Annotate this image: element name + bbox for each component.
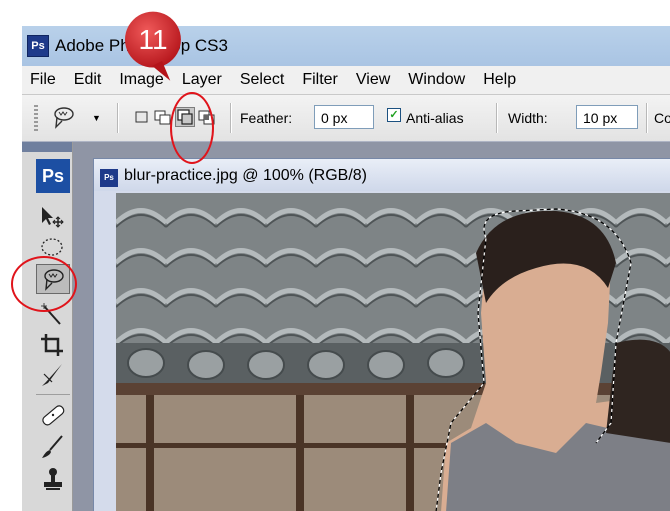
paintbrush-icon <box>42 435 63 458</box>
document-window: Ps blur-practice.jpg @ 100% (RGB/8) <box>93 158 670 511</box>
crop-icon <box>41 334 63 356</box>
tool-preset-picker[interactable] <box>50 105 76 131</box>
antialias-label: Anti-alias <box>406 110 464 126</box>
divider <box>646 103 648 133</box>
photo-image <box>116 193 670 511</box>
menu-help[interactable]: Help <box>474 71 525 89</box>
toolbox: Ps <box>22 142 73 511</box>
menu-window[interactable]: Window <box>399 71 474 89</box>
tool-preset-dropdown-icon[interactable]: ▼ <box>92 113 101 123</box>
contrast-label: Co <box>654 110 670 126</box>
menu-file[interactable]: File <box>22 71 65 89</box>
divider <box>496 103 498 133</box>
options-bar-grip[interactable] <box>34 105 38 133</box>
divider <box>230 103 232 133</box>
menu-filter[interactable]: Filter <box>293 71 347 89</box>
options-bar: ▼ Feather: 0 px ✓ Anti-alias Width: 10 p… <box>22 94 670 142</box>
menu-select[interactable]: Select <box>231 71 293 89</box>
document-icon: Ps <box>100 169 118 187</box>
annotation-circle-subtract-mode <box>170 92 214 164</box>
new-selection-button[interactable] <box>132 107 152 127</box>
menu-view[interactable]: View <box>347 71 399 89</box>
slice-tool[interactable] <box>36 360 70 390</box>
width-label: Width: <box>508 110 548 126</box>
brush-tool[interactable] <box>36 432 70 462</box>
slice-knife-icon <box>42 364 62 386</box>
app-icon: Ps <box>27 35 49 57</box>
image-canvas[interactable] <box>116 193 670 511</box>
bandage-icon <box>42 405 65 426</box>
feather-label: Feather: <box>240 110 293 126</box>
toolbox-divider <box>36 394 70 395</box>
photoshop-window: Ps Adobe Photoshop CS3 File Edit Image L… <box>22 26 670 511</box>
magnetic-lasso-icon <box>54 107 74 129</box>
clone-stamp-tool[interactable] <box>36 464 70 494</box>
move-tool[interactable] <box>36 202 70 232</box>
document-title-bar[interactable]: Ps blur-practice.jpg @ 100% (RGB/8) <box>94 159 670 191</box>
healing-brush-tool[interactable] <box>36 400 70 430</box>
toolbox-logo[interactable]: Ps <box>36 159 70 193</box>
annotation-circle-lasso-tool <box>11 256 77 312</box>
divider <box>117 103 119 133</box>
toolbox-header[interactable] <box>22 142 72 152</box>
new-selection-icon <box>135 111 148 123</box>
crop-tool[interactable] <box>36 330 70 360</box>
width-input[interactable]: 10 px <box>576 105 638 129</box>
menu-edit[interactable]: Edit <box>65 71 111 89</box>
step-number: 11 <box>138 24 168 55</box>
antialias-checkbox[interactable]: ✓ <box>387 108 401 122</box>
rubber-stamp-icon <box>44 468 62 490</box>
move-tool-icon <box>42 207 64 228</box>
feather-input[interactable]: 0 px <box>314 105 374 129</box>
document-area: Ps blur-practice.jpg @ 100% (RGB/8) <box>73 142 670 511</box>
document-title: blur-practice.jpg @ 100% (RGB/8) <box>124 167 367 184</box>
